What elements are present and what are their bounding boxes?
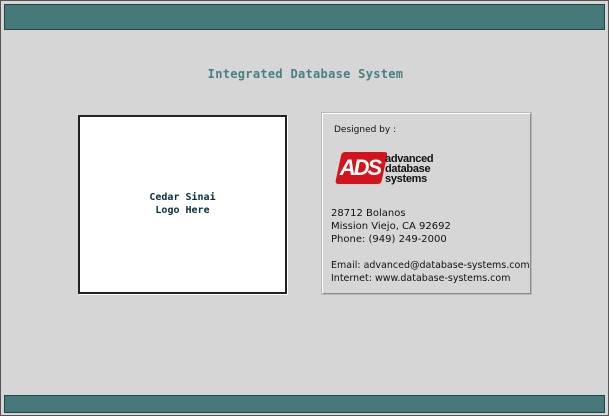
- page-title: Integrated Database System: [207, 67, 404, 81]
- address-phone: Phone: (949) 249-2000: [331, 234, 447, 245]
- ads-logo-mark-text: ADS: [339, 155, 382, 180]
- designer-info-panel: Designed by : ADS advanced database syst…: [321, 112, 532, 295]
- splash-window: Integrated Database System Cedar Sinai L…: [0, 0, 609, 416]
- address-street: 28712 Bolanos: [331, 208, 406, 219]
- logo-placeholder-line1: Cedar Sinai: [149, 192, 216, 203]
- contact-internet: Internet: www.database-systems.com: [331, 273, 511, 284]
- company-contact: Email: advanced@database-systems.com Int…: [331, 259, 530, 285]
- company-address: 28712 Bolanos Mission Viejo, CA 92692 Ph…: [331, 207, 451, 246]
- ads-logo: ADS advanced database systems: [335, 152, 443, 188]
- status-bar: [4, 395, 605, 413]
- contact-email: Email: advanced@database-systems.com: [331, 260, 530, 271]
- title-bar: [4, 4, 605, 30]
- logo-placeholder-line2: Logo Here: [155, 205, 210, 216]
- ads-company-name: advanced database systems: [385, 154, 434, 185]
- logo-placeholder-text: Cedar Sinai Logo Here: [80, 191, 285, 217]
- designed-by-label: Designed by :: [334, 125, 397, 135]
- client-logo-placeholder: Cedar Sinai Logo Here: [78, 115, 287, 294]
- address-city: Mission Viejo, CA 92692: [331, 221, 451, 232]
- ads-company-name-line3: systems: [385, 173, 427, 185]
